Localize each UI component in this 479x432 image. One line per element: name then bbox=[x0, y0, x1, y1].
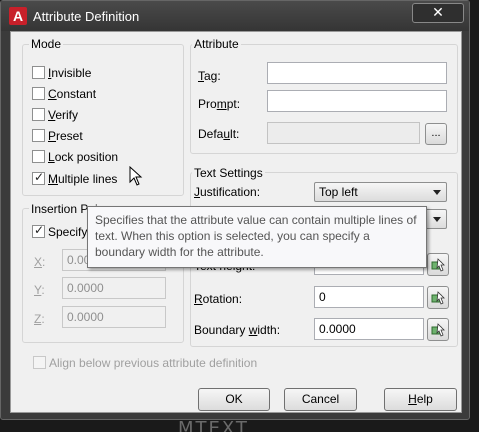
pick-rotation-button[interactable] bbox=[427, 286, 449, 309]
tag-input[interactable] bbox=[267, 62, 447, 84]
default-label: Default: bbox=[198, 127, 240, 141]
preset-checkbox[interactable] bbox=[32, 129, 45, 142]
lock-position-checkbox[interactable] bbox=[32, 150, 45, 163]
align-below-checkbox[interactable] bbox=[33, 356, 46, 369]
multiple-lines-checkbox[interactable] bbox=[32, 170, 45, 185]
verify-label: Verify bbox=[48, 108, 79, 122]
title-bar[interactable]: A Attribute Definition ✕ bbox=[1, 1, 469, 31]
z-input[interactable]: 0.0000 bbox=[62, 306, 166, 328]
constant-label: Constant bbox=[48, 87, 97, 101]
background-mtext: MTEXT bbox=[178, 418, 249, 432]
window-title: Attribute Definition bbox=[33, 9, 140, 24]
pick-boundary-width-button[interactable] bbox=[427, 318, 449, 341]
invisible-checkbox[interactable] bbox=[32, 66, 45, 79]
justification-value: Top left bbox=[319, 185, 358, 199]
multiple-lines-label: Multiple lines bbox=[48, 172, 118, 186]
mode-group-label: Mode bbox=[29, 37, 64, 51]
boundary-width-label: Boundary width: bbox=[194, 323, 281, 337]
chevron-down-icon bbox=[433, 190, 441, 195]
pick-text-height-button[interactable] bbox=[427, 253, 449, 276]
y-input[interactable]: 0.0000 bbox=[62, 277, 166, 299]
rotation-label: Rotation: bbox=[194, 292, 243, 306]
verify-checkbox[interactable] bbox=[32, 108, 45, 121]
help-button[interactable]: Help bbox=[384, 388, 457, 411]
z-label: Z: bbox=[34, 312, 45, 326]
preset-label: Preset bbox=[48, 129, 83, 143]
specify-on-screen-checkbox[interactable] bbox=[32, 223, 45, 238]
chevron-down-icon bbox=[433, 217, 441, 222]
mouse-cursor-icon bbox=[129, 166, 143, 186]
prompt-input[interactable] bbox=[267, 90, 447, 112]
y-label: Y: bbox=[34, 283, 45, 297]
text-settings-group-label: Text Settings bbox=[192, 166, 265, 180]
justification-label: Justification: bbox=[194, 185, 261, 199]
tag-label: Tag: bbox=[198, 69, 221, 83]
ok-button[interactable]: OK bbox=[198, 388, 270, 411]
pick-point-icon bbox=[431, 291, 445, 305]
x-label: X: bbox=[34, 255, 46, 269]
default-input[interactable] bbox=[267, 122, 420, 144]
rotation-input[interactable]: 0 bbox=[314, 286, 424, 308]
pick-point-icon bbox=[431, 258, 445, 272]
justification-select[interactable]: Top left bbox=[314, 182, 447, 202]
align-below-label: Align below previous attribute definitio… bbox=[49, 356, 258, 370]
multiple-lines-tooltip: Specifies that the attribute value can c… bbox=[87, 206, 427, 268]
constant-checkbox[interactable] bbox=[32, 87, 45, 100]
boundary-width-input[interactable]: 0.0000 bbox=[314, 318, 424, 340]
prompt-label: Prompt: bbox=[198, 97, 241, 111]
invisible-label: Invisible bbox=[48, 66, 92, 80]
insert-field-button[interactable]: ... bbox=[425, 123, 447, 145]
pick-point-icon bbox=[431, 323, 445, 337]
autocad-logo-icon: A bbox=[9, 7, 27, 25]
close-button[interactable]: ✕ bbox=[412, 3, 464, 23]
cancel-button[interactable]: Cancel bbox=[284, 388, 357, 411]
lock-position-label: Lock position bbox=[48, 150, 119, 164]
attribute-group-label: Attribute bbox=[192, 37, 241, 51]
